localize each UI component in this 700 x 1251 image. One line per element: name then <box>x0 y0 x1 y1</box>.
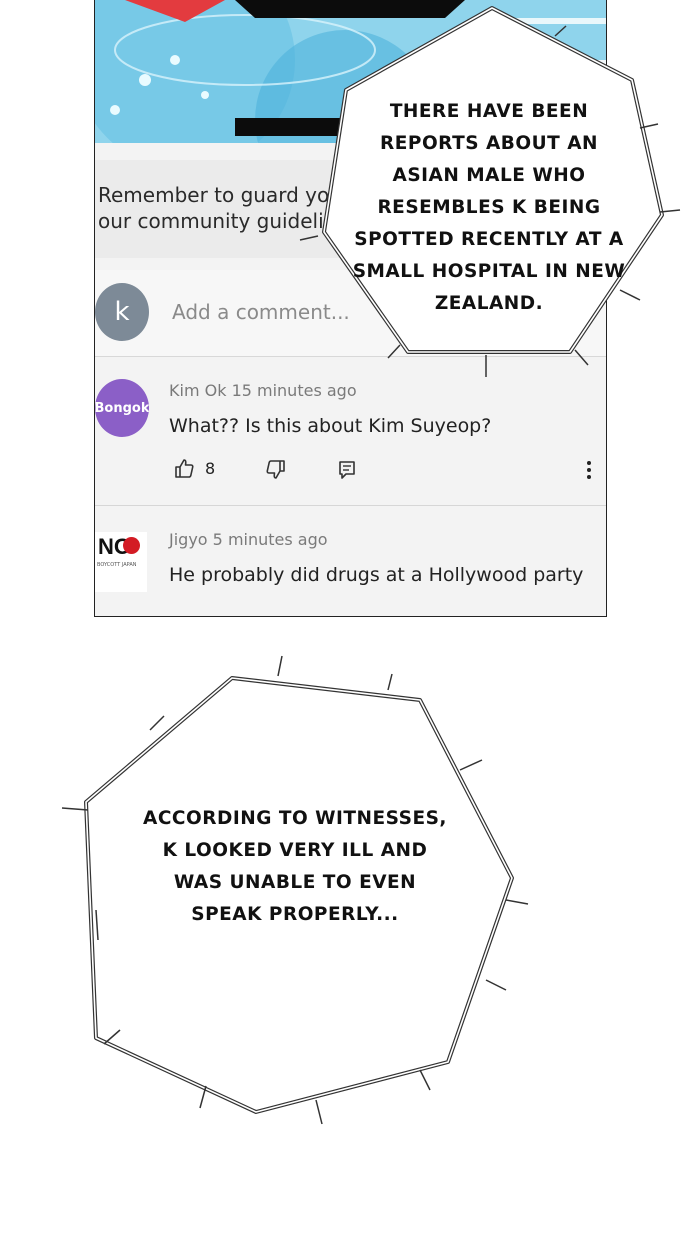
speech-bubble-top-text: THERE HAVE BEEN REPORTS ABOUT AN ASIAN M… <box>352 101 626 314</box>
speech-bubble-bottom-text: ACCORDING TO WITNESSES, K LOOKED VERY IL… <box>143 808 447 925</box>
